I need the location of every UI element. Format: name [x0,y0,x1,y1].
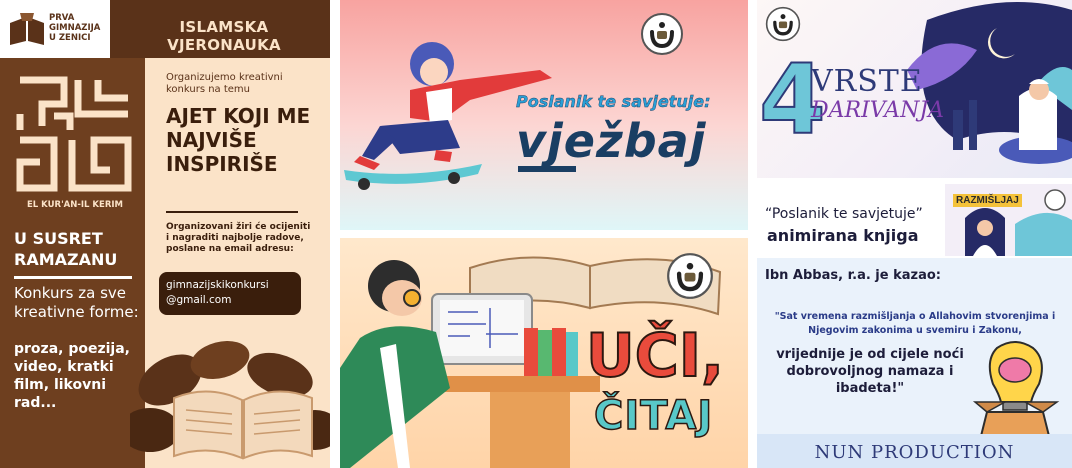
book-banner: “Poslanik te savjetuje” animirana knjiga… [757,184,1072,256]
contest-text: Konkurs za sve kreativne forme: [14,284,139,321]
school-book-icon [10,13,44,45]
lightbulb-brain-icon [972,341,1060,437]
vjezbaj-title: vježbaj [516,114,707,168]
nun-logo-icon [641,13,683,55]
vjezbaj-subtitle: Poslanik te savjetuje: [516,92,711,111]
darivanja-title: DARIVANJA [811,98,945,123]
kufic-calligraphy-icon [16,76,132,192]
calligraphy-caption: EL KUR'AN-IL KERIM [27,200,123,210]
nun-logo-icon [667,253,713,299]
open-book-icon [173,390,313,460]
forms-list: proza, poezija, video, kratki film, liko… [14,341,130,411]
divider [166,211,298,213]
vrste-title: VRSTE [811,64,923,99]
darivanja-poster: 4 VRSTE DARIVANJA [757,0,1072,178]
quote-card: Ibn Abbas, r.a. je kazao: "Sat vremena r… [757,258,1072,468]
banner-caption: “Poslanik te savjetuje” [765,206,923,222]
quote-part-two: vrijednije je od cijele noći dobrovoljno… [776,347,964,396]
theme-headline: AJET KOJI ME NAJVIŠE INSPIRIŠE [166,104,311,176]
uci-title: UČI, [585,321,725,391]
jury-text: Organizovani žiri će ocijeniti i nagradi… [166,222,311,254]
nun-logo-icon [765,6,801,42]
divider [14,276,132,279]
production-credit: NUN PRODUCTION [814,442,1015,463]
citaj-title: ČITAJ [593,392,714,440]
subject-title: ISLAMSKA VJERONAUKA [167,18,281,54]
welcome-heading: U SUSRET RAMAZANU [14,229,118,269]
contest-poster: PRVA GIMNAZIJA U ZENICI ISLAMSKA VJERONA… [0,0,330,468]
contest-email: gimnazijskikonkursi @gmail.com [166,279,269,306]
quote-attribution: Ibn Abbas, r.a. je kazao: [765,268,941,283]
uci-citaj-poster: UČI, ČITAJ [340,238,748,468]
intro-text: Organizujemo kreativni konkurs na temu [166,72,283,95]
razmisljaj-brand: RAZMIŠLJAJ [953,194,1022,207]
banner-title: animirana knjiga [767,226,919,245]
vjezbaj-poster: Poslanik te savjetuje: vježbaj [340,0,748,230]
title-underline [518,166,576,172]
school-name: PRVA GIMNAZIJA U ZENICI [49,13,101,43]
quote-part-one: "Sat vremena razmišljanja o Allahovim st… [774,311,1056,336]
